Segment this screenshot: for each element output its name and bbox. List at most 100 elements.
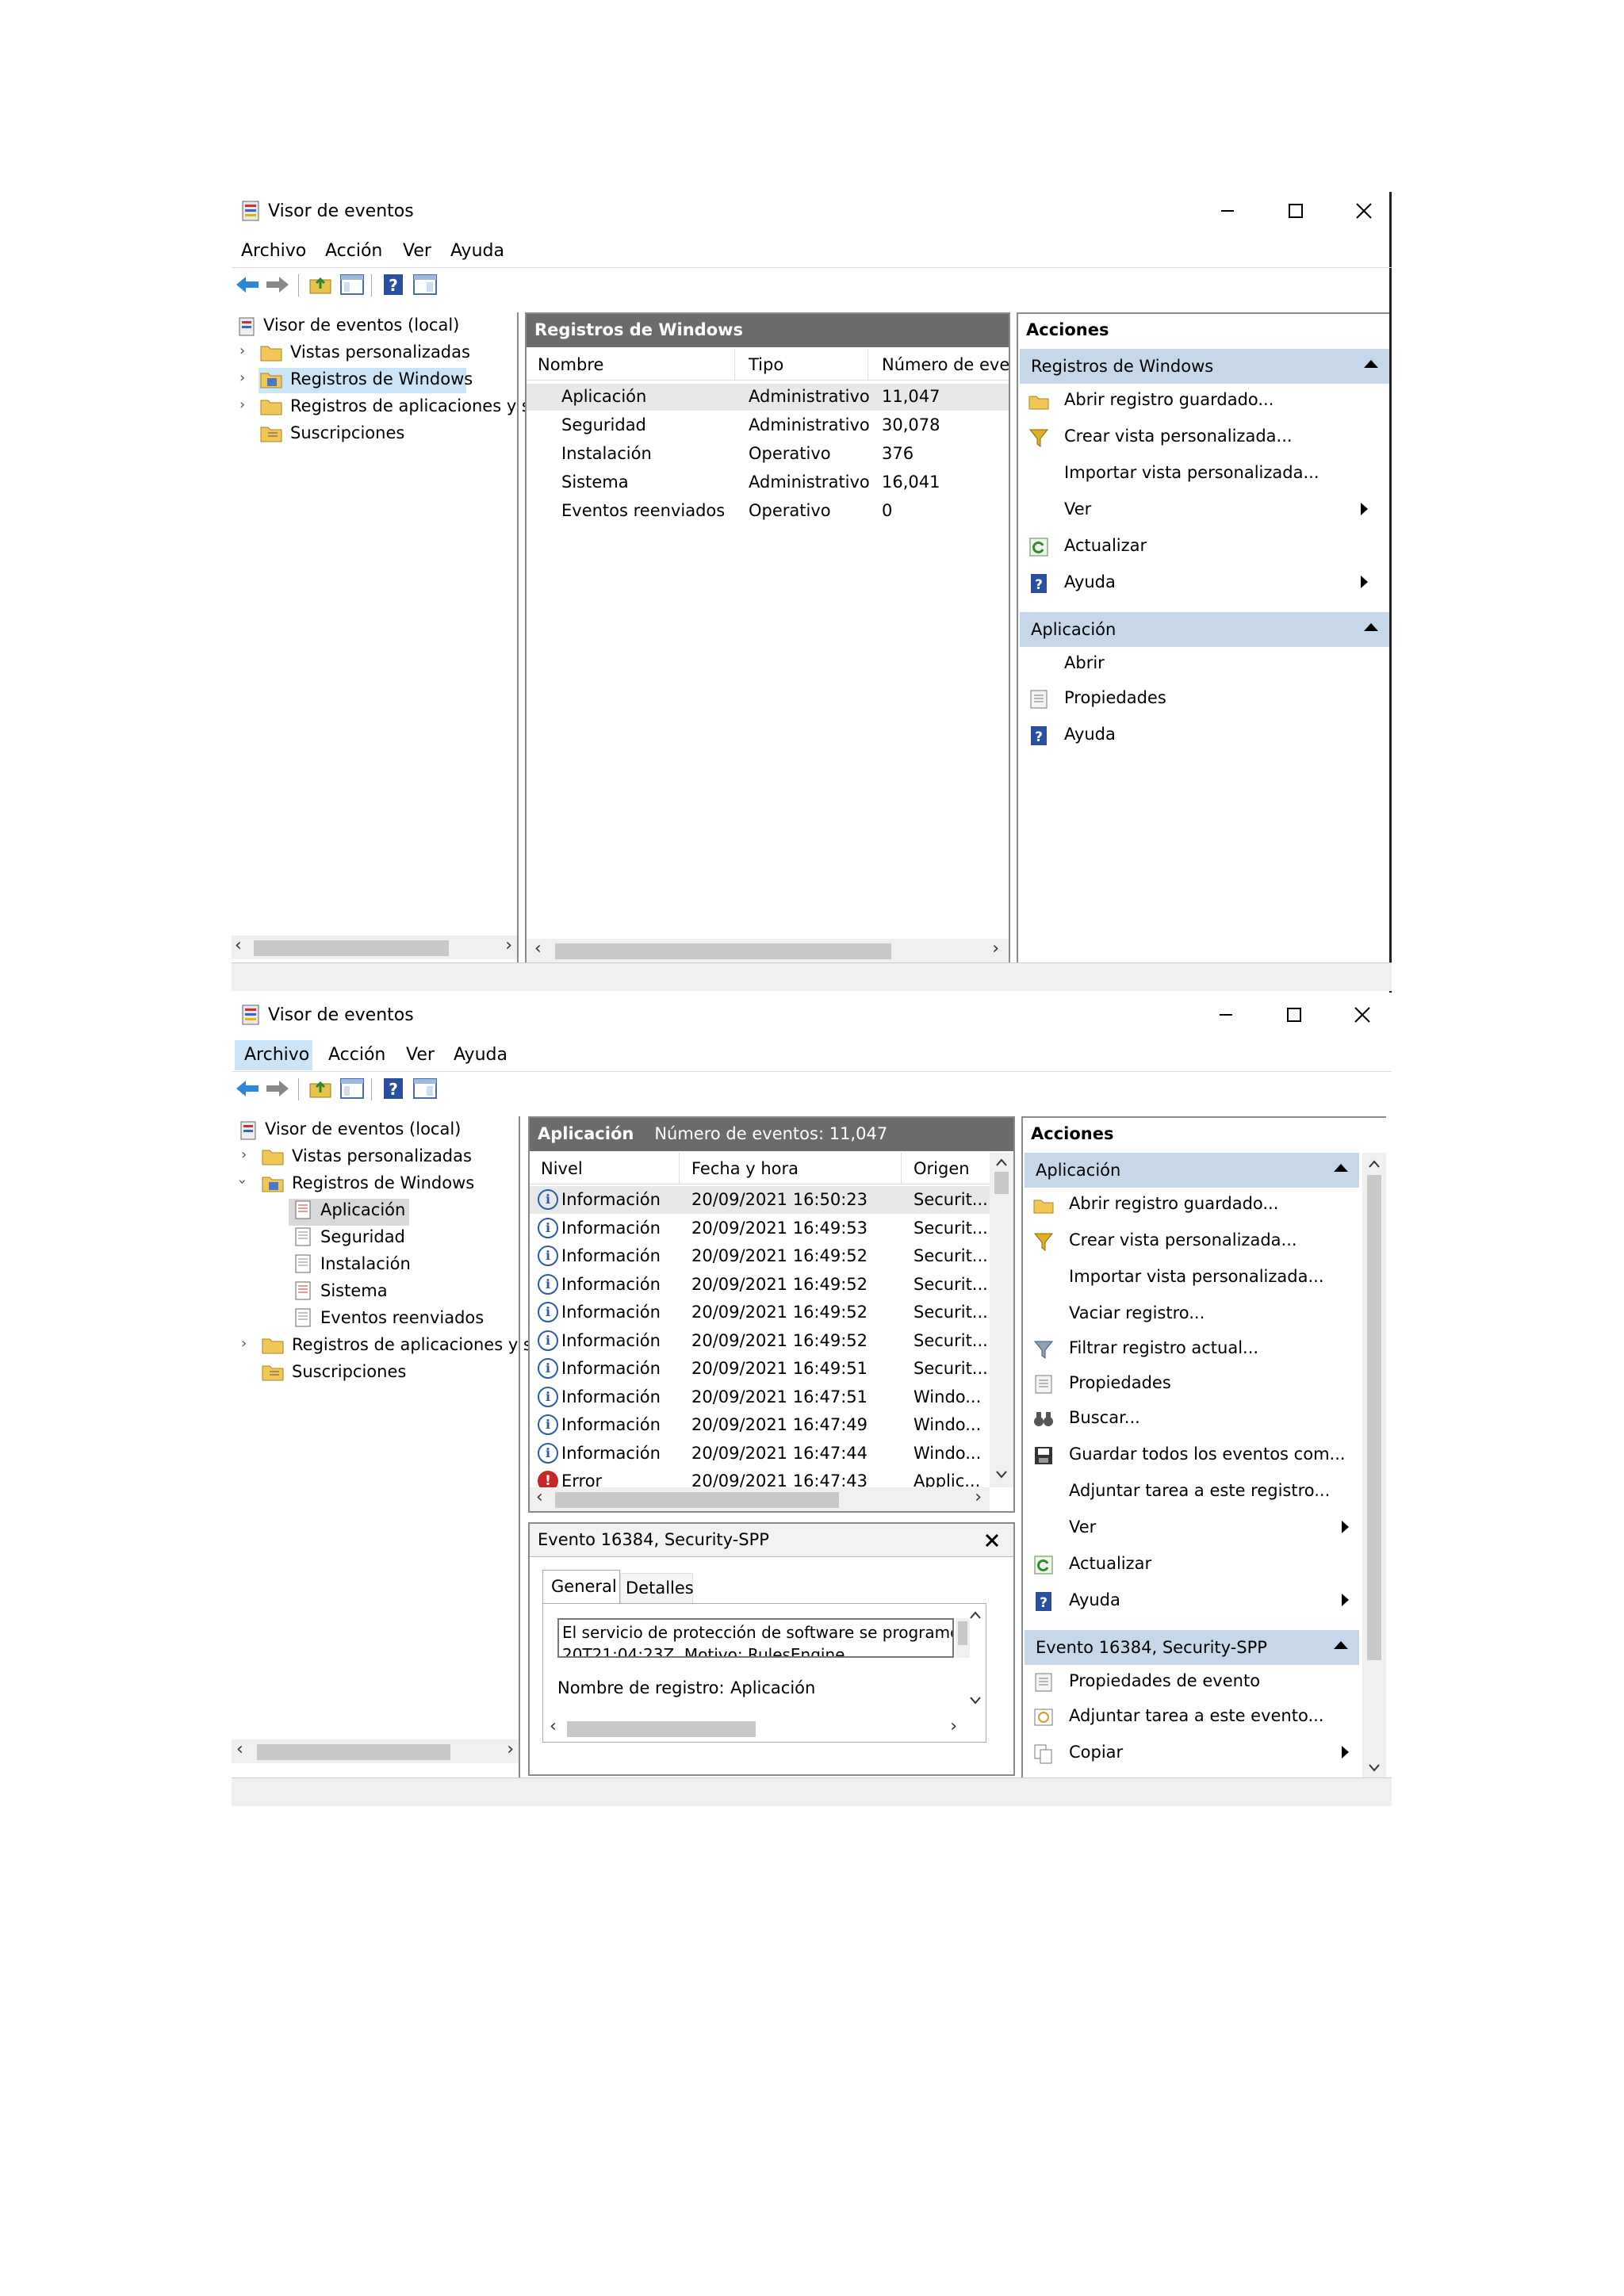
tree-item-seguridad[interactable]: Seguridad bbox=[320, 1227, 405, 1246]
tree-item-registros-windows[interactable]: Registros de Windows bbox=[290, 369, 473, 388]
event-list-horizontal-scrollbar[interactable]: ‹ › bbox=[530, 1487, 990, 1511]
show-hide-tree-icon[interactable] bbox=[339, 1077, 365, 1100]
folder-up-icon[interactable] bbox=[308, 273, 333, 297]
scroll-right-arrow-icon[interactable]: › bbox=[975, 1487, 982, 1507]
action-propiedades[interactable]: Propiedades bbox=[1064, 688, 1166, 707]
action-filtrar-registro[interactable]: Filtrar registro actual... bbox=[1069, 1338, 1258, 1357]
center-horizontal-scrollbar[interactable]: ‹ › bbox=[527, 939, 1009, 962]
maximize-button[interactable] bbox=[1271, 997, 1317, 1032]
scroll-down-arrow-icon[interactable] bbox=[1368, 1763, 1381, 1773]
forward-arrow-icon[interactable] bbox=[265, 1077, 290, 1100]
scroll-right-arrow-icon[interactable]: › bbox=[507, 1739, 514, 1759]
show-hide-action-pane-icon[interactable] bbox=[412, 273, 438, 297]
tree-root-label[interactable]: Visor de eventos (local) bbox=[265, 1119, 461, 1138]
actions-section-header[interactable]: Aplicación bbox=[1020, 612, 1389, 647]
scrollbar-thumb[interactable] bbox=[254, 940, 449, 956]
event-description-box[interactable]: El servicio de protección de software se… bbox=[557, 1618, 954, 1658]
tab-detalles[interactable]: Detalles bbox=[620, 1573, 694, 1603]
scroll-right-arrow-icon[interactable]: › bbox=[950, 1716, 957, 1736]
table-row[interactable]: i Información 20/09/2021 16:49:52 Securit..… bbox=[530, 1327, 990, 1355]
scroll-down-arrow-icon[interactable] bbox=[969, 1696, 982, 1705]
tree-horizontal-scrollbar[interactable]: ‹ › bbox=[232, 936, 517, 959]
scroll-right-arrow-icon[interactable]: › bbox=[505, 936, 512, 955]
action-abrir-registro[interactable]: Abrir registro guardado... bbox=[1069, 1194, 1278, 1213]
scrollbar-thumb[interactable] bbox=[257, 1744, 450, 1760]
menu-accion[interactable]: Acción bbox=[328, 1045, 385, 1065]
back-arrow-icon[interactable] bbox=[235, 273, 260, 297]
collapse-up-icon[interactable] bbox=[1364, 623, 1378, 631]
action-abrir[interactable]: Abrir bbox=[1064, 653, 1105, 672]
event-list-vertical-scrollbar[interactable] bbox=[990, 1153, 1013, 1487]
scroll-left-arrow-icon[interactable]: ‹ bbox=[536, 1487, 543, 1507]
table-row[interactable]: i Información 20/09/2021 16:47:49 Windo... bbox=[530, 1411, 990, 1439]
scroll-up-arrow-icon[interactable] bbox=[995, 1158, 1008, 1167]
help-icon[interactable]: ? bbox=[381, 273, 406, 297]
scrollbar-thumb[interactable] bbox=[555, 1492, 839, 1508]
action-ayuda[interactable]: Ayuda bbox=[1069, 1590, 1120, 1609]
actions-section-header[interactable]: Aplicación bbox=[1025, 1153, 1359, 1188]
table-row[interactable]: i Información 20/09/2021 16:49:52 Securit..… bbox=[530, 1242, 990, 1270]
table-row[interactable]: i Información 20/09/2021 16:49:52 Securit..… bbox=[530, 1271, 990, 1299]
chevron-down-icon[interactable]: › bbox=[234, 1179, 251, 1184]
tree-item-aplicacion[interactable]: Aplicación bbox=[320, 1200, 405, 1219]
scroll-left-arrow-icon[interactable]: ‹ bbox=[235, 936, 242, 955]
menu-ayuda[interactable]: Ayuda bbox=[450, 241, 504, 261]
action-copiar[interactable]: Copiar bbox=[1069, 1743, 1123, 1762]
maximize-button[interactable] bbox=[1273, 193, 1319, 228]
detail-horizontal-scrollbar[interactable]: ‹ › bbox=[543, 1716, 967, 1740]
tree-item-registros-aplicaciones[interactable]: Registros de aplicaciones y s bbox=[290, 396, 530, 415]
action-ver[interactable]: Ver bbox=[1064, 499, 1091, 519]
chevron-right-icon[interactable]: › bbox=[239, 369, 245, 386]
tree-horizontal-scrollbar[interactable]: ‹ › bbox=[232, 1739, 519, 1763]
menu-ver[interactable]: Ver bbox=[403, 241, 431, 261]
menu-archivo[interactable]: Archivo bbox=[244, 1045, 309, 1065]
action-adjuntar-tarea-evento[interactable]: Adjuntar tarea a este evento... bbox=[1069, 1706, 1323, 1725]
action-crear-vista[interactable]: Crear vista personalizada... bbox=[1064, 427, 1293, 446]
table-row[interactable]: i Información 20/09/2021 16:47:51 Windo... bbox=[530, 1383, 990, 1411]
actions-vertical-scrollbar[interactable] bbox=[1362, 1153, 1386, 1779]
action-actualizar[interactable]: Actualizar bbox=[1064, 536, 1147, 555]
show-hide-tree-icon[interactable] bbox=[339, 273, 365, 297]
minimize-button[interactable] bbox=[1205, 193, 1251, 228]
column-header-origen[interactable]: Origen bbox=[914, 1159, 970, 1178]
back-arrow-icon[interactable] bbox=[235, 1077, 260, 1100]
column-header-nivel[interactable]: Nivel bbox=[541, 1159, 583, 1178]
chevron-right-icon[interactable]: › bbox=[239, 342, 245, 359]
action-ayuda[interactable]: Ayuda bbox=[1064, 572, 1116, 591]
scrollbar-thumb[interactable] bbox=[555, 943, 891, 959]
scrollbar-thumb[interactable] bbox=[994, 1172, 1009, 1194]
action-crear-vista[interactable]: Crear vista personalizada... bbox=[1069, 1230, 1297, 1249]
scroll-left-arrow-icon[interactable]: ‹ bbox=[534, 939, 542, 959]
collapse-up-icon[interactable] bbox=[1334, 1641, 1348, 1649]
menu-ver[interactable]: Ver bbox=[406, 1045, 435, 1065]
tree-item-sistema[interactable]: Sistema bbox=[320, 1281, 388, 1300]
action-actualizar[interactable]: Actualizar bbox=[1069, 1554, 1151, 1573]
tree-item-vistas[interactable]: Vistas personalizadas bbox=[290, 342, 470, 362]
tree-item-vistas[interactable]: Vistas personalizadas bbox=[292, 1146, 472, 1165]
folder-up-icon[interactable] bbox=[308, 1077, 333, 1100]
column-header-tipo[interactable]: Tipo bbox=[749, 355, 783, 374]
show-hide-action-pane-icon[interactable] bbox=[412, 1077, 438, 1100]
close-button[interactable] bbox=[1339, 997, 1385, 1032]
table-row[interactable]: i Información 20/09/2021 16:49:51 Securit..… bbox=[530, 1355, 990, 1383]
tree-item-instalacion[interactable]: Instalación bbox=[320, 1254, 411, 1273]
collapse-up-icon[interactable] bbox=[1334, 1164, 1348, 1172]
tree-item-eventos-reenviados[interactable]: Eventos reenviados bbox=[320, 1308, 484, 1327]
action-guardar-eventos[interactable]: Guardar todos los eventos com... bbox=[1069, 1445, 1346, 1464]
action-propiedades[interactable]: Propiedades bbox=[1069, 1373, 1171, 1392]
scroll-left-arrow-icon[interactable]: ‹ bbox=[236, 1739, 243, 1759]
table-row[interactable]: ! Error 20/09/2021 16:47:43 Applic... bbox=[530, 1468, 990, 1487]
scroll-left-arrow-icon[interactable]: ‹ bbox=[550, 1716, 557, 1736]
chevron-right-icon[interactable]: › bbox=[241, 1335, 247, 1352]
scroll-right-arrow-icon[interactable]: › bbox=[992, 939, 999, 959]
tree-root-label[interactable]: Visor de eventos (local) bbox=[263, 316, 459, 335]
column-header-numero[interactable]: Número de eve bbox=[882, 355, 1010, 374]
action-ayuda-aplicacion[interactable]: Ayuda bbox=[1064, 725, 1116, 744]
action-importar-vista[interactable]: Importar vista personalizada... bbox=[1069, 1267, 1324, 1286]
tree-item-suscripciones[interactable]: Suscripciones bbox=[292, 1362, 406, 1381]
tree-item-registros-aplicaciones[interactable]: Registros de aplicaciones y s bbox=[292, 1335, 532, 1354]
action-vaciar-registro[interactable]: Vaciar registro... bbox=[1069, 1303, 1205, 1322]
action-ver[interactable]: Ver bbox=[1069, 1517, 1096, 1536]
action-importar-vista[interactable]: Importar vista personalizada... bbox=[1064, 463, 1320, 482]
scroll-up-arrow-icon[interactable] bbox=[1368, 1159, 1381, 1169]
